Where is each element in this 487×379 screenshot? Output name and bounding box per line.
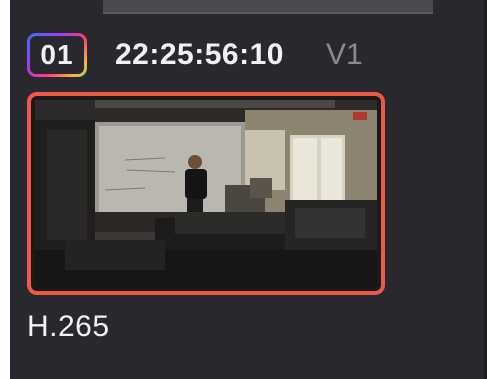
media-pool-panel: 01 22:25:56:10 V1 H.265 <box>10 0 487 379</box>
track-label: V1 <box>325 38 363 71</box>
clip-codec-label: H.265 <box>27 310 110 343</box>
video-thumbnail-icon <box>35 100 377 287</box>
top-scroll-strip <box>103 0 433 14</box>
clip-timecode: 22:25:56:10 <box>115 38 284 71</box>
clip-number-badge: 01 <box>27 33 87 77</box>
clip-header: 01 22:25:56:10 V1 <box>27 30 363 80</box>
clip-number-label: 01 <box>30 36 84 74</box>
clip-thumbnail[interactable] <box>27 92 385 295</box>
